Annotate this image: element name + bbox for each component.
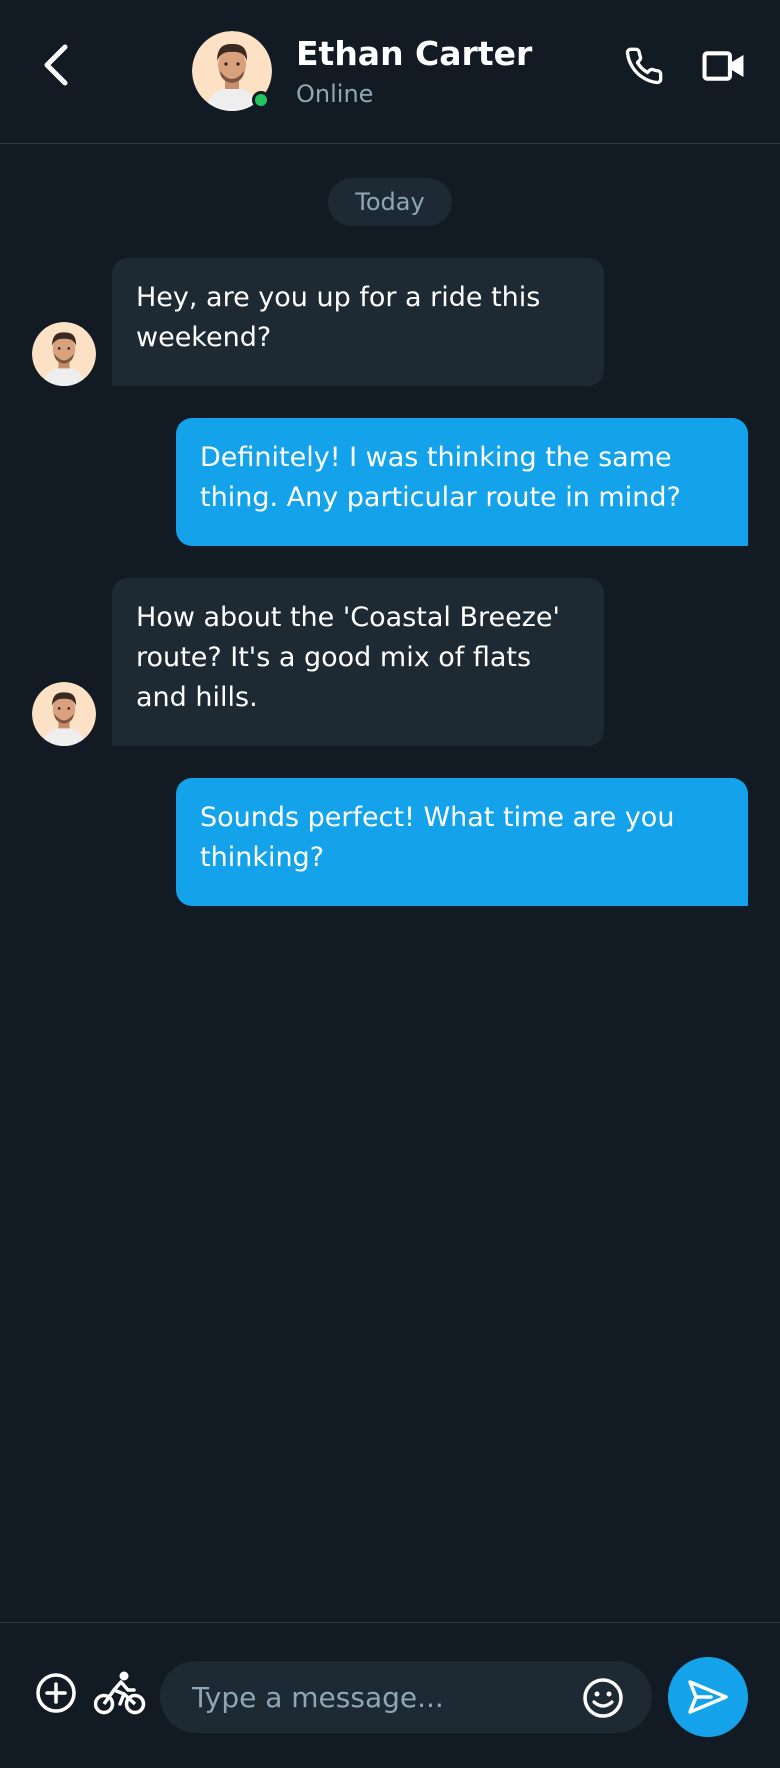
video-call-button[interactable] [698, 40, 750, 92]
chat-screen: Ethan Carter Online Today Hey, are you u… [0, 0, 780, 1768]
message-bubble-outgoing[interactable]: Definitely! I was thinking the same thin… [176, 418, 748, 546]
smiley-icon [583, 1678, 623, 1718]
chat-header: Ethan Carter Online [0, 0, 780, 144]
back-button[interactable] [30, 36, 82, 94]
message-bubble-outgoing[interactable]: Sounds perfect! What time are you thinki… [176, 778, 748, 906]
contact-status: Online [296, 80, 374, 108]
contact-avatar[interactable] [192, 31, 272, 111]
message-input-container [160, 1661, 652, 1733]
sender-avatar-image [32, 322, 96, 386]
video-camera-icon [702, 51, 744, 81]
phone-icon [625, 47, 663, 85]
message-bubble-incoming[interactable]: How about the 'Coastal Breeze' route? It… [112, 578, 604, 746]
chevron-left-icon [44, 44, 68, 86]
add-attachment-button[interactable] [32, 1669, 80, 1717]
bicycle-icon [94, 1671, 146, 1715]
sender-avatar [32, 322, 96, 386]
sender-avatar-image [32, 682, 96, 746]
message-input[interactable] [192, 1661, 572, 1733]
contact-name[interactable]: Ethan Carter [296, 34, 532, 73]
send-button[interactable] [668, 1657, 748, 1737]
date-divider: Today [328, 178, 452, 226]
sender-avatar [32, 682, 96, 746]
emoji-button[interactable] [580, 1675, 626, 1721]
message-bubble-incoming[interactable]: Hey, are you up for a ride this weekend? [112, 258, 604, 386]
send-icon [688, 1680, 728, 1714]
composer-bar [0, 1622, 780, 1768]
share-ride-button[interactable] [92, 1665, 148, 1721]
plus-circle-icon [36, 1673, 76, 1713]
voice-call-button[interactable] [618, 40, 670, 92]
online-status-dot [252, 91, 270, 109]
